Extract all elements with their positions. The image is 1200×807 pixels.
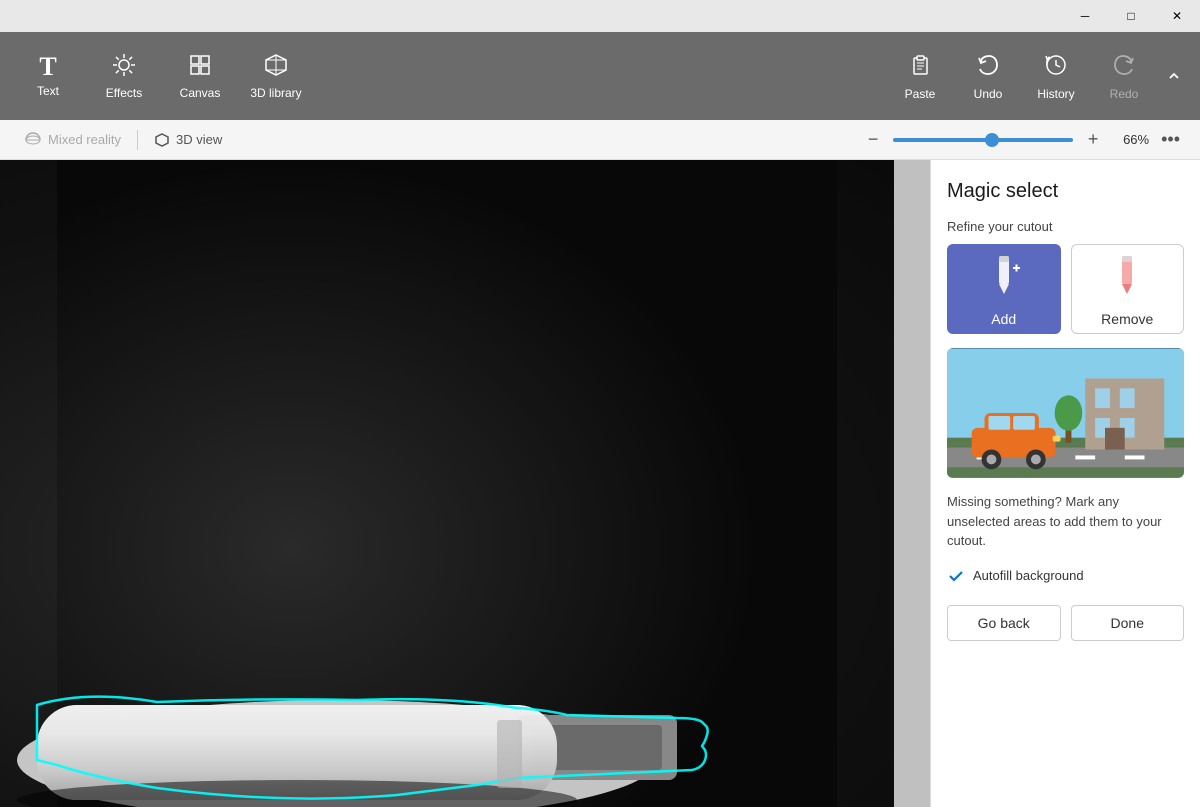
redo-icon	[1111, 52, 1137, 83]
zoombar-left: Mixed reality 3D view	[16, 127, 851, 153]
canvas-image	[0, 160, 894, 807]
paste-label: Paste	[905, 87, 936, 101]
toolbar-redo-btn[interactable]: Redo	[1092, 40, 1156, 112]
remove-label: Remove	[1101, 311, 1153, 327]
zoombar-divider	[137, 130, 138, 150]
canvas-icon	[187, 52, 213, 82]
autofill-label: Autofill background	[973, 568, 1084, 583]
preview-svg	[947, 348, 1184, 478]
view-3d-btn[interactable]: 3D view	[146, 128, 230, 152]
history-label: History	[1037, 87, 1074, 101]
maximize-button[interactable]: □	[1108, 0, 1154, 32]
preview-container	[947, 348, 1184, 478]
zoombar-right: − + 66% •••	[861, 125, 1184, 154]
description-text: Missing something? Mark any unselected a…	[947, 492, 1184, 551]
redo-label: Redo	[1110, 87, 1139, 101]
toolbar-right: Paste Undo History	[888, 40, 1188, 112]
toolbar-item-text[interactable]: T Text	[12, 40, 84, 112]
done-button[interactable]: Done	[1071, 605, 1185, 641]
autofill-checkbox[interactable]	[947, 567, 965, 585]
remove-eraser-icon	[1109, 252, 1145, 303]
toolbar: T Text Effects	[0, 32, 1200, 120]
3dlibrary-icon	[263, 52, 289, 82]
canvas-svg	[0, 160, 894, 807]
refine-buttons: Add Remove	[947, 244, 1184, 334]
toolbar-item-canvas[interactable]: Canvas	[164, 40, 236, 112]
titlebar: ─ □ ✕	[0, 0, 1200, 32]
zoom-slider-thumb[interactable]	[985, 133, 999, 147]
right-panel: Magic select Refine your cutout Add	[930, 160, 1200, 807]
undo-label: Undo	[974, 87, 1003, 101]
toolbar-paste-btn[interactable]: Paste	[888, 40, 952, 112]
toolbar-item-3dlibrary[interactable]: 3D library	[240, 40, 312, 112]
zoombar: Mixed reality 3D view − + 66% •••	[0, 120, 1200, 160]
canvas-area[interactable]	[0, 160, 894, 807]
action-buttons: Go back Done	[947, 605, 1184, 641]
toolbar-history-btn[interactable]: History	[1024, 40, 1088, 112]
remove-button[interactable]: Remove	[1071, 244, 1185, 334]
toolbar-3dlibrary-label: 3D library	[250, 86, 301, 100]
toolbar-effects-label: Effects	[106, 86, 142, 100]
close-button[interactable]: ✕	[1154, 0, 1200, 32]
add-pencil-icon	[986, 252, 1022, 303]
go-back-button[interactable]: Go back	[947, 605, 1061, 641]
add-label: Add	[991, 311, 1016, 327]
autofill-row: Autofill background	[947, 567, 1184, 585]
text-icon: T	[39, 54, 56, 80]
undo-icon	[975, 52, 1001, 83]
add-button[interactable]: Add	[947, 244, 1061, 334]
toolbar-undo-btn[interactable]: Undo	[956, 40, 1020, 112]
panel-title: Magic select	[947, 180, 1184, 203]
zoom-more-btn[interactable]: •••	[1157, 125, 1184, 154]
toolbar-canvas-label: Canvas	[180, 86, 221, 100]
history-icon	[1043, 52, 1069, 83]
toolbar-item-effects[interactable]: Effects	[88, 40, 160, 112]
zoom-minus-btn[interactable]: −	[861, 128, 885, 152]
minimize-button[interactable]: ─	[1062, 0, 1108, 32]
zoom-slider-track	[893, 138, 1073, 142]
canvas-right-strip	[894, 160, 930, 807]
zoom-plus-btn[interactable]: +	[1081, 128, 1105, 152]
toolbar-text-label: Text	[37, 84, 59, 98]
zoom-percent-label: 66%	[1113, 132, 1149, 147]
mixed-reality-btn[interactable]: Mixed reality	[16, 127, 129, 153]
titlebar-controls: ─ □ ✕	[1062, 0, 1200, 32]
view-3d-label: 3D view	[176, 132, 222, 147]
main-content: Magic select Refine your cutout Add	[0, 160, 1200, 807]
refine-label: Refine your cutout	[947, 219, 1184, 234]
mixed-reality-label: Mixed reality	[48, 132, 121, 147]
effects-icon	[111, 52, 137, 82]
toolbar-collapse-btn[interactable]	[1160, 40, 1188, 112]
paste-icon	[907, 52, 933, 83]
